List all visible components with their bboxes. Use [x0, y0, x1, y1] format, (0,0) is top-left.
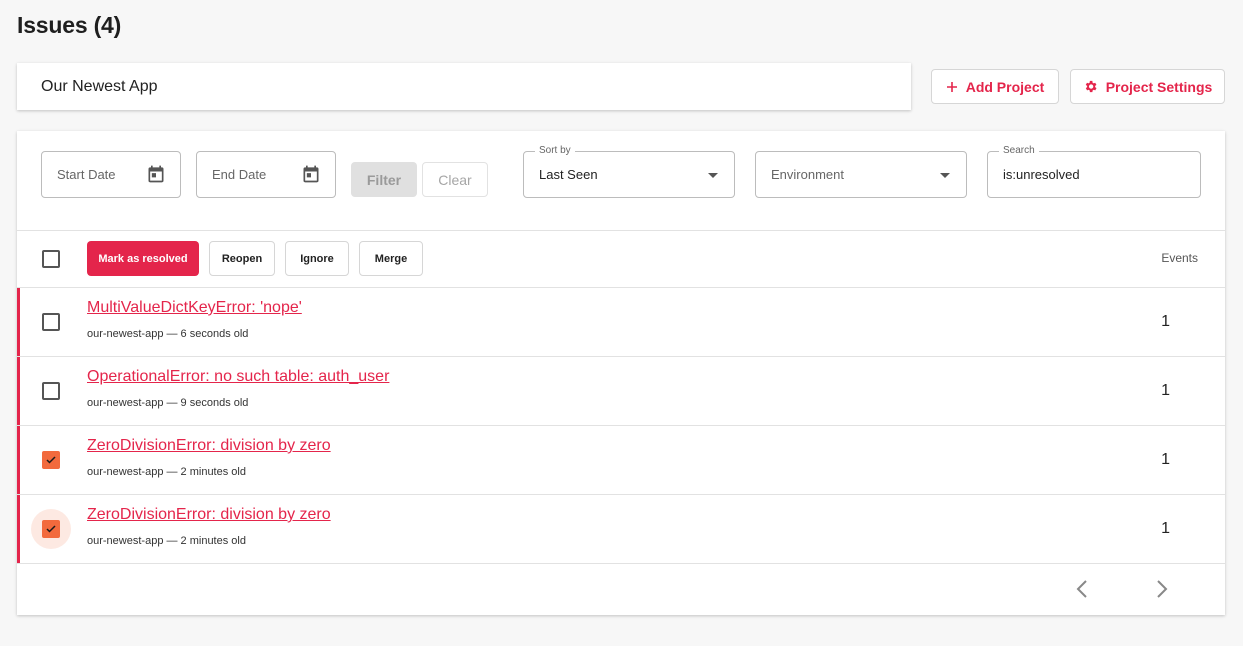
- issues-card: Start Date End Date Filter Clear Sort by…: [17, 131, 1225, 615]
- chevron-right-icon[interactable]: [1155, 579, 1169, 604]
- plus-icon: [946, 81, 958, 93]
- start-date-field[interactable]: Start Date: [41, 151, 181, 198]
- issue-checkbox[interactable]: [42, 382, 60, 400]
- project-settings-label: Project Settings: [1105, 78, 1213, 95]
- reopen-button[interactable]: Reopen: [209, 241, 275, 276]
- ignore-button[interactable]: Ignore: [285, 241, 349, 276]
- project-selector[interactable]: Our Newest App: [17, 63, 911, 110]
- issue-title-link[interactable]: MultiValueDictKeyError: 'nope': [87, 299, 302, 317]
- events-column-header: Events: [1161, 251, 1198, 265]
- project-name: Our Newest App: [41, 77, 158, 95]
- project-settings-button[interactable]: Project Settings: [1070, 69, 1225, 104]
- add-project-button[interactable]: Add Project: [931, 69, 1059, 104]
- check-icon: [46, 525, 56, 533]
- issue-row[interactable]: OperationalError: no such table: auth_us…: [17, 357, 1225, 426]
- caret-down-icon: [708, 173, 718, 178]
- chevron-left-icon[interactable]: [1075, 579, 1089, 604]
- clear-button[interactable]: Clear: [422, 162, 488, 197]
- search-label: Search: [999, 145, 1039, 156]
- divider: [17, 563, 1225, 564]
- mark-as-resolved-button[interactable]: Mark as resolved: [87, 241, 199, 276]
- search-input[interactable]: Search is:unresolved: [987, 145, 1201, 198]
- end-date-placeholder: End Date: [212, 167, 267, 182]
- environment-placeholder: Environment: [771, 167, 844, 182]
- calendar-icon[interactable]: [301, 164, 321, 187]
- sort-by-label: Sort by: [535, 145, 575, 156]
- caret-down-icon: [940, 173, 950, 178]
- filter-button[interactable]: Filter: [351, 162, 417, 197]
- sort-by-select[interactable]: Sort by Last Seen: [523, 145, 735, 198]
- issue-event-count: 1: [1161, 520, 1170, 537]
- issue-checkbox-checked[interactable]: [42, 520, 60, 538]
- calendar-icon[interactable]: [146, 164, 166, 187]
- issue-meta: our-newest-app — 2 minutes old: [87, 466, 246, 478]
- issue-checkbox-checked[interactable]: [42, 451, 60, 469]
- issue-title-link[interactable]: OperationalError: no such table: auth_us…: [87, 368, 389, 386]
- start-date-placeholder: Start Date: [57, 167, 116, 182]
- environment-select[interactable]: Environment: [755, 151, 967, 198]
- issue-meta: our-newest-app — 9 seconds old: [87, 397, 249, 409]
- issue-meta: our-newest-app — 2 minutes old: [87, 535, 246, 547]
- page-title: Issues (4): [17, 12, 122, 38]
- divider: [17, 230, 1225, 231]
- select-all-checkbox[interactable]: [42, 250, 60, 268]
- issue-row[interactable]: ZeroDivisionError: division by zero our-…: [17, 426, 1225, 495]
- issue-row[interactable]: MultiValueDictKeyError: 'nope' our-newes…: [17, 288, 1225, 357]
- issue-title-link[interactable]: ZeroDivisionError: division by zero: [87, 506, 331, 524]
- issue-meta: our-newest-app — 6 seconds old: [87, 328, 249, 340]
- gear-icon: [1083, 79, 1098, 94]
- issue-event-count: 1: [1161, 382, 1170, 399]
- merge-button[interactable]: Merge: [359, 241, 423, 276]
- issue-event-count: 1: [1161, 313, 1170, 330]
- add-project-label: Add Project: [965, 78, 1045, 95]
- search-value: is:unresolved: [1003, 167, 1080, 182]
- check-icon: [46, 456, 56, 464]
- issue-checkbox[interactable]: [42, 313, 60, 331]
- sort-by-value: Last Seen: [539, 167, 598, 182]
- end-date-field[interactable]: End Date: [196, 151, 336, 198]
- issue-title-link[interactable]: ZeroDivisionError: division by zero: [87, 437, 331, 455]
- issue-row[interactable]: ZeroDivisionError: division by zero our-…: [17, 495, 1225, 564]
- issue-event-count: 1: [1161, 451, 1170, 468]
